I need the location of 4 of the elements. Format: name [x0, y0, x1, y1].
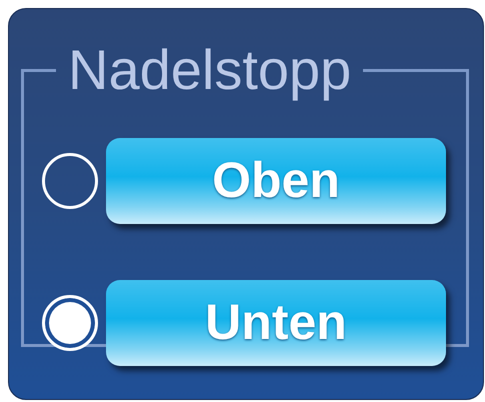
group-title: Nadelstopp — [67, 41, 352, 100]
radio-button[interactable] — [42, 152, 98, 209]
option-button[interactable]: Unten — [106, 280, 446, 366]
option-button[interactable]: Oben — [106, 138, 446, 224]
